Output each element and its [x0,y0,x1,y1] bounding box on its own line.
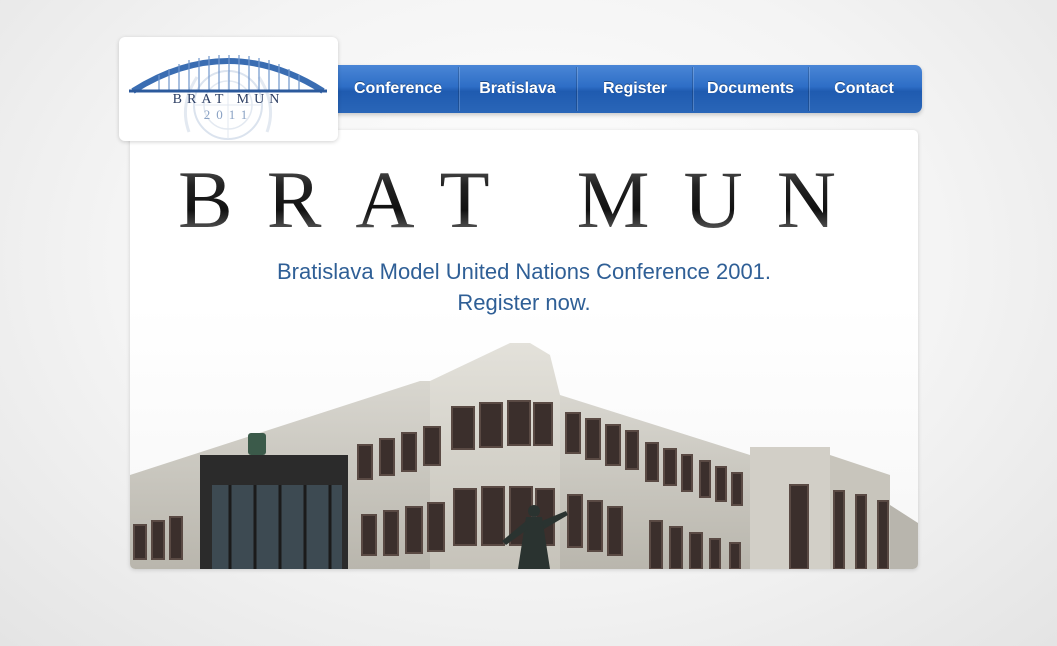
logo-wordmark: BRAT MUN [172,92,285,107]
nav-item-register[interactable]: Register [577,65,693,113]
logo-year: 2011 [203,107,254,122]
hero-title: BRAT MUN [130,150,918,250]
coat-of-arms-icon [248,433,266,455]
hero-tagline: Bratislava Model United Nations Conferen… [276,259,772,284]
logo-card[interactable]: BRAT MUN 2011 [119,37,338,141]
nav-item-bratislava[interactable]: Bratislava [459,65,576,113]
register-now-link[interactable]: Register now. [130,290,918,316]
nav-item-documents[interactable]: Documents [693,65,808,113]
logo-emblem-icon [129,55,327,140]
parliament-building-image [130,343,918,569]
nav-item-conference[interactable]: Conference [338,65,458,113]
nav-item-contact[interactable]: Contact [809,65,919,113]
main-nav: Conference Bratislava Register Documents… [322,65,922,113]
hero-panel: BRAT MUN Bratislava Model United Nations… [130,130,918,569]
